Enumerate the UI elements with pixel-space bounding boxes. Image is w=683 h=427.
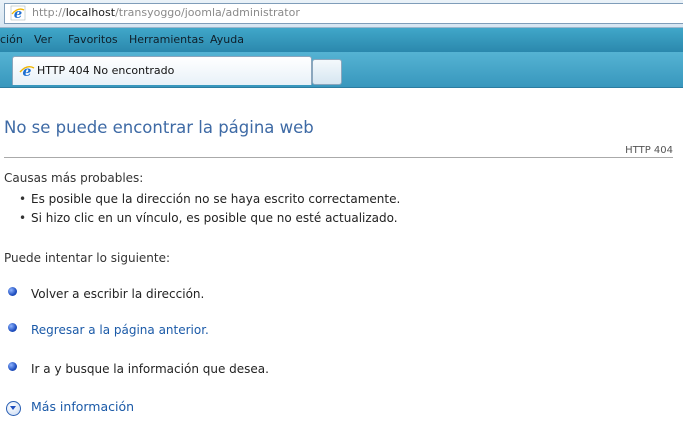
bullet-icon [8, 287, 17, 296]
menu-favoritos[interactable]: Favoritos [68, 33, 118, 46]
tab-label: HTTP 404 No encontrado [37, 64, 175, 77]
http-status-code: HTTP 404 [625, 145, 673, 156]
new-tab-button[interactable] [312, 59, 342, 85]
address-field[interactable]: e http://localhost/transyoggo/joomla/adm… [4, 3, 683, 24]
tab-bar: e HTTP 404 No encontrado [0, 52, 683, 88]
menu-herramientas[interactable]: Herramientas [129, 33, 204, 46]
more-info-link[interactable]: Más información [31, 399, 134, 414]
ie-tab-icon: e [19, 64, 35, 79]
bullet-icon [8, 323, 17, 332]
cause-item: Si hizo clic en un vínculo, es posible q… [19, 211, 398, 225]
ie-page-icon: e [10, 5, 26, 21]
try-heading: Puede intentar lo siguiente: [4, 251, 171, 265]
bullet-icon [8, 362, 17, 371]
menu-edicion[interactable]: ción [0, 33, 23, 46]
back-link[interactable]: Regresar a la página anterior. [31, 323, 209, 337]
causes-heading: Causas más probables: [4, 171, 144, 185]
address-bar: e http://localhost/transyoggo/joomla/adm… [0, 0, 683, 28]
cause-item: Es posible que la dirección no se haya e… [19, 192, 400, 206]
menu-ver[interactable]: Ver [34, 33, 52, 46]
address-text[interactable]: http://localhost/transyoggo/joomla/admin… [32, 6, 300, 19]
suggestion-search: Ir a y busque la información que desea. [31, 362, 269, 376]
expand-chevron-icon[interactable] [6, 401, 21, 416]
page-title: No se puede encontrar la página web [4, 118, 314, 137]
tab-active[interactable]: e HTTP 404 No encontrado [12, 56, 312, 85]
menu-bar: ción Ver Favoritos Herramientas Ayuda [0, 28, 683, 52]
suggestion-retype: Volver a escribir la dirección. [31, 287, 205, 301]
menu-ayuda[interactable]: Ayuda [210, 33, 244, 46]
divider [4, 157, 673, 158]
